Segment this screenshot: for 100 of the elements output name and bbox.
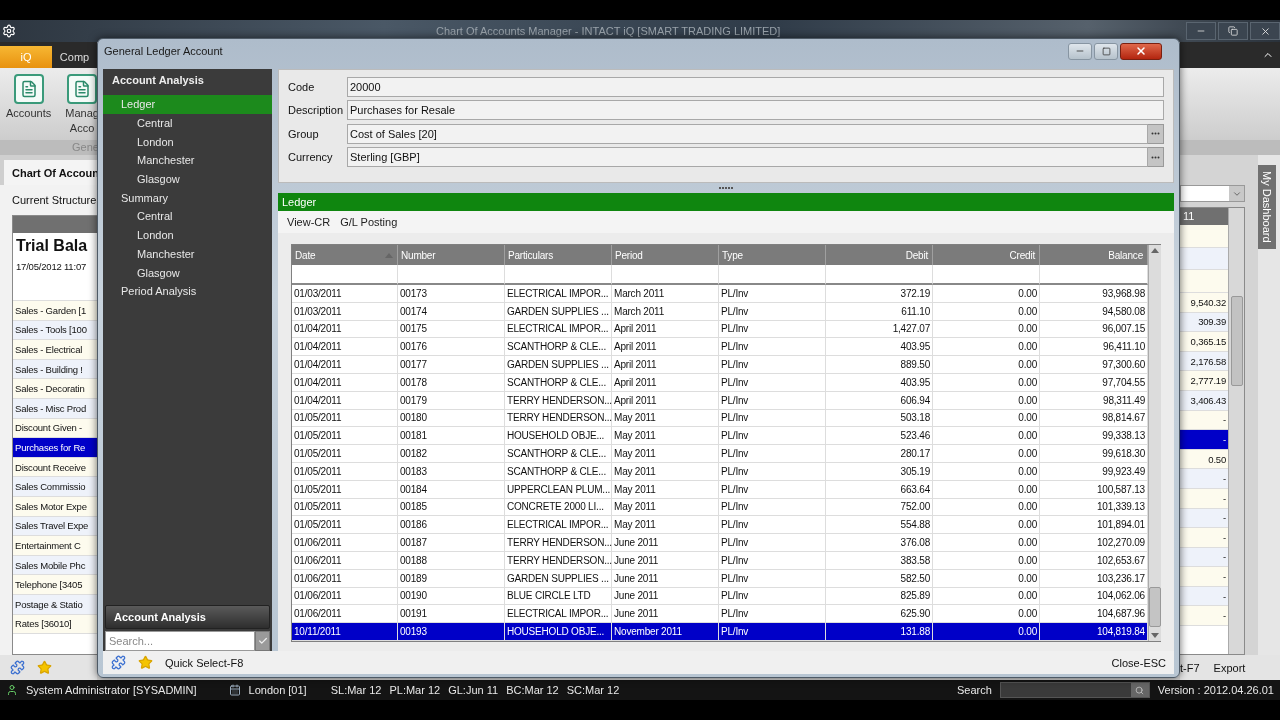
ribbon-button-label[interactable]: Accounts bbox=[6, 107, 52, 119]
column-header[interactable]: Balance bbox=[1040, 245, 1148, 265]
tree-item[interactable]: Manchester bbox=[103, 244, 272, 264]
puzzle-icon[interactable] bbox=[111, 655, 126, 670]
table-cell: June 2011 bbox=[612, 534, 719, 552]
scroll-thumb[interactable] bbox=[1230, 296, 1243, 386]
table-cell: 0.00 bbox=[933, 356, 1040, 374]
input-field[interactable]: Purchases for Resale bbox=[347, 100, 1164, 121]
vertical-scrollbar[interactable] bbox=[1228, 208, 1244, 654]
column-header[interactable]: Number bbox=[398, 245, 505, 265]
maximize-icon bbox=[1101, 46, 1111, 56]
filter-field[interactable] bbox=[398, 265, 505, 285]
filter-field[interactable] bbox=[1040, 265, 1148, 285]
table-cell: SCANTHORP & CLE... bbox=[505, 445, 612, 463]
close-button[interactable] bbox=[1250, 22, 1280, 40]
tree-item[interactable]: Glasgow bbox=[103, 263, 272, 282]
filter-field[interactable] bbox=[292, 265, 398, 285]
account-row[interactable]: Entertainment C bbox=[13, 536, 97, 556]
tree-item[interactable]: Summary bbox=[103, 188, 272, 208]
filter-field[interactable] bbox=[505, 265, 612, 285]
column-header[interactable]: Credit bbox=[933, 245, 1040, 265]
search-field[interactable]: Search... bbox=[105, 631, 255, 651]
gear-icon[interactable] bbox=[2, 24, 16, 38]
account-row[interactable]: Postage & Statio bbox=[13, 594, 97, 615]
account-row[interactable]: Sales Mobile Phc bbox=[13, 555, 97, 576]
account-row[interactable]: Sales - Building ! bbox=[13, 359, 97, 380]
report-date: 17/05/2012 11:07 bbox=[16, 261, 88, 272]
toolbar-button[interactable]: G/L Posting bbox=[337, 216, 401, 228]
document-icon[interactable] bbox=[67, 74, 97, 104]
table-cell: 00193 bbox=[398, 623, 505, 641]
toolbar-button[interactable]: View-CR bbox=[284, 216, 334, 228]
scroll-up-icon[interactable] bbox=[1151, 248, 1159, 253]
filter-field[interactable] bbox=[933, 265, 1040, 285]
filter-field[interactable] bbox=[612, 265, 719, 285]
account-row[interactable]: Telephone [3405 bbox=[13, 575, 97, 595]
ribbon-tab[interactable]: Comp bbox=[52, 46, 97, 68]
close-link[interactable]: Close-ESC bbox=[1111, 656, 1166, 669]
column-header[interactable]: Particulars bbox=[505, 245, 612, 265]
table-cell: 0.00 bbox=[933, 605, 1040, 624]
toolbar-link[interactable]: t-F7 bbox=[1180, 661, 1200, 674]
scroll-thumb[interactable] bbox=[1149, 586, 1161, 627]
calendar-icon bbox=[228, 684, 241, 696]
account-row[interactable]: Purchases for Re bbox=[13, 438, 97, 458]
column-header[interactable]: Date bbox=[292, 245, 398, 265]
column-header[interactable]: Period bbox=[612, 245, 719, 265]
column-header[interactable]: Type bbox=[719, 245, 826, 265]
tree-item[interactable]: Central bbox=[103, 207, 272, 226]
table-cell: 10/11/2011 bbox=[292, 623, 398, 641]
account-row[interactable]: Rates [36010] bbox=[13, 614, 97, 635]
account-row[interactable]: Discount Receive bbox=[13, 457, 97, 478]
account-row[interactable]: Sales - Garden [1 bbox=[13, 301, 97, 321]
input-field[interactable]: Cost of Sales [20] bbox=[347, 123, 1148, 144]
dashboard-tab[interactable]: My Dashboard bbox=[1258, 165, 1276, 249]
table-cell: PL/Inv bbox=[719, 285, 826, 303]
toolbar-link[interactable]: Export bbox=[1213, 661, 1246, 674]
account-row[interactable]: Sales - Electrical bbox=[13, 340, 97, 360]
puzzle-icon[interactable] bbox=[10, 660, 25, 675]
table-cell: 01/04/2011 bbox=[292, 356, 398, 374]
input-field[interactable]: Sterling [GBP] bbox=[347, 147, 1148, 168]
vertical-scrollbar[interactable] bbox=[1148, 245, 1161, 641]
table-cell: PL/Inv bbox=[719, 338, 826, 357]
table-cell: 403.95 bbox=[826, 338, 933, 357]
restore-button[interactable] bbox=[1218, 22, 1248, 40]
scroll-down-icon[interactable] bbox=[1151, 632, 1159, 638]
quick-select-link[interactable]: Quick Select-F8 bbox=[165, 656, 244, 669]
tree-item[interactable]: London bbox=[103, 132, 272, 152]
minimize-button[interactable] bbox=[1186, 22, 1216, 40]
account-row[interactable]: Discount Given - bbox=[13, 418, 97, 439]
maximize-button[interactable] bbox=[1094, 42, 1118, 60]
search-field[interactable] bbox=[999, 682, 1150, 698]
version-text: Version : 2012.04.26.01 bbox=[1157, 684, 1274, 696]
account-row[interactable]: Sales Motor Expe bbox=[13, 496, 97, 517]
filter-field[interactable] bbox=[826, 265, 933, 285]
tree-item[interactable]: Central bbox=[103, 113, 272, 133]
tree-item[interactable]: Period Analysis bbox=[103, 281, 272, 301]
account-row[interactable]: Sales - Misc Prod bbox=[13, 398, 97, 419]
star-icon[interactable] bbox=[37, 660, 52, 675]
document-icon[interactable] bbox=[13, 74, 44, 104]
tree-item[interactable]: London bbox=[103, 225, 272, 245]
report-title: Trial Bala bbox=[16, 237, 89, 255]
star-icon[interactable] bbox=[138, 655, 153, 670]
filter-field[interactable] bbox=[719, 265, 826, 285]
tree-item[interactable]: Ledger bbox=[103, 95, 272, 114]
minimize-button[interactable] bbox=[1068, 42, 1092, 60]
account-row[interactable]: Sales - Decoratin bbox=[13, 379, 97, 399]
ellipsis-button[interactable] bbox=[1148, 123, 1164, 144]
input-field[interactable]: 20000 bbox=[347, 76, 1164, 97]
column-header[interactable]: Debit bbox=[826, 245, 933, 265]
account-row[interactable]: Sales Commissio bbox=[13, 477, 97, 497]
check-button[interactable] bbox=[255, 631, 270, 651]
ribbon-button-label[interactable]: Acco bbox=[69, 122, 95, 134]
table-cell: May 2011 bbox=[612, 516, 719, 535]
account-row[interactable]: Sales Travel Expe bbox=[13, 516, 97, 537]
ellipsis-button[interactable] bbox=[1148, 147, 1164, 168]
account-row[interactable]: Sales - Tools [100 bbox=[13, 320, 97, 341]
table-cell: 101,894.01 bbox=[1040, 516, 1148, 535]
structure-dropdown[interactable] bbox=[1180, 185, 1245, 202]
account-analysis-button[interactable]: Account Analysis bbox=[105, 605, 270, 629]
table-cell: November 2011 bbox=[612, 623, 719, 641]
close-button[interactable] bbox=[1120, 42, 1162, 60]
